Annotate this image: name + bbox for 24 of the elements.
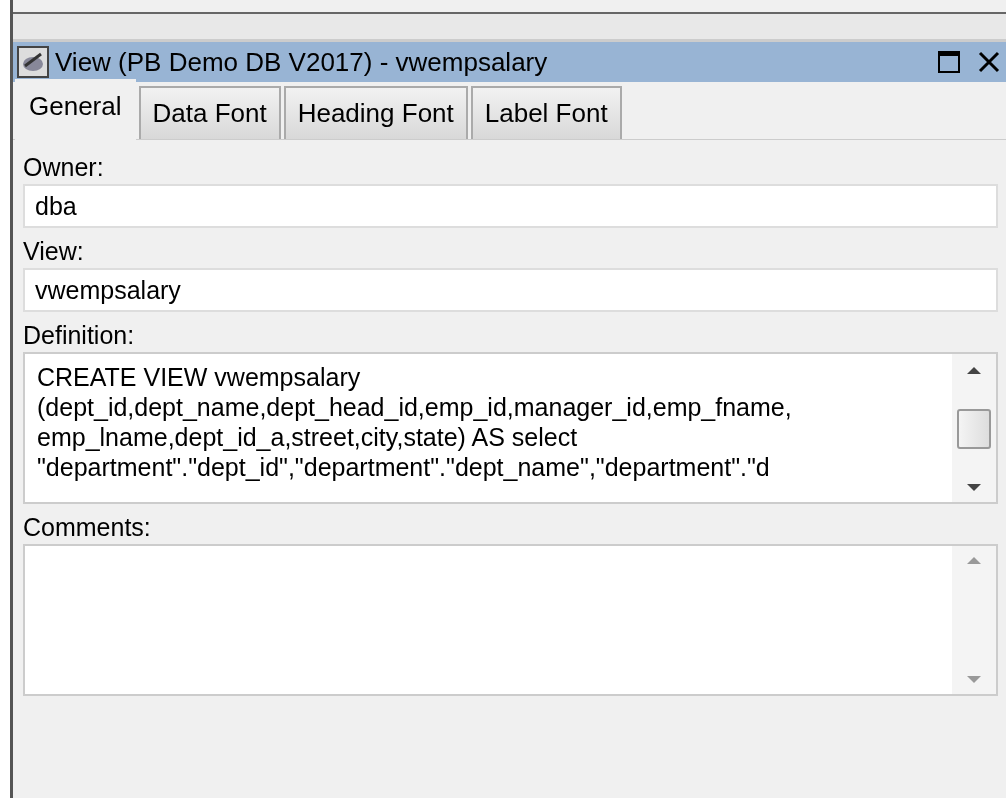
tab[interactable]: Heading Font <box>283 86 468 139</box>
tab[interactable]: Label Font <box>470 86 622 139</box>
field-label: View: <box>23 236 85 267</box>
code-line: CREATE VIEW vwempsalary <box>37 362 362 392</box>
text-area[interactable] <box>23 544 998 696</box>
scrollbar[interactable] <box>952 354 996 502</box>
tab[interactable]: General <box>15 79 136 140</box>
scroll-up-icon[interactable] <box>965 364 983 376</box>
input-field[interactable]: vwempsalary <box>23 268 998 312</box>
scroll-down-icon[interactable] <box>965 482 983 494</box>
code-line: "department"."dept_id","department"."dept_name","department"."d <box>37 452 771 482</box>
window-title: View (PB Demo DB V2017) - vwempsalary <box>55 45 549 79</box>
field-label: Definition: <box>23 320 136 351</box>
input-field[interactable]: dba <box>23 184 998 228</box>
tab[interactable]: Data Font <box>138 86 281 139</box>
close-icon <box>976 49 1002 75</box>
maximize-icon <box>936 49 962 75</box>
text-area[interactable]: CREATE VIEW vwempsalary (dept_id,dept_name,dept_head_id,emp_id,manager_id,emp_fname, emp_lname,dept_id_a,street,city,state) AS select "department"."dept_id","department"."dept_name","department"."d <box>23 352 998 504</box>
field-label: Owner: <box>23 152 105 183</box>
code-line: (dept_id,dept_name,dept_head_id,emp_id,manager_id,emp_fname, <box>37 392 793 422</box>
app-icon <box>17 46 49 78</box>
code-line: emp_lname,dept_id_a,street,city,state) AS select <box>37 422 579 452</box>
scroll-thumb[interactable] <box>957 409 991 449</box>
field-label: Comments: <box>23 512 152 543</box>
